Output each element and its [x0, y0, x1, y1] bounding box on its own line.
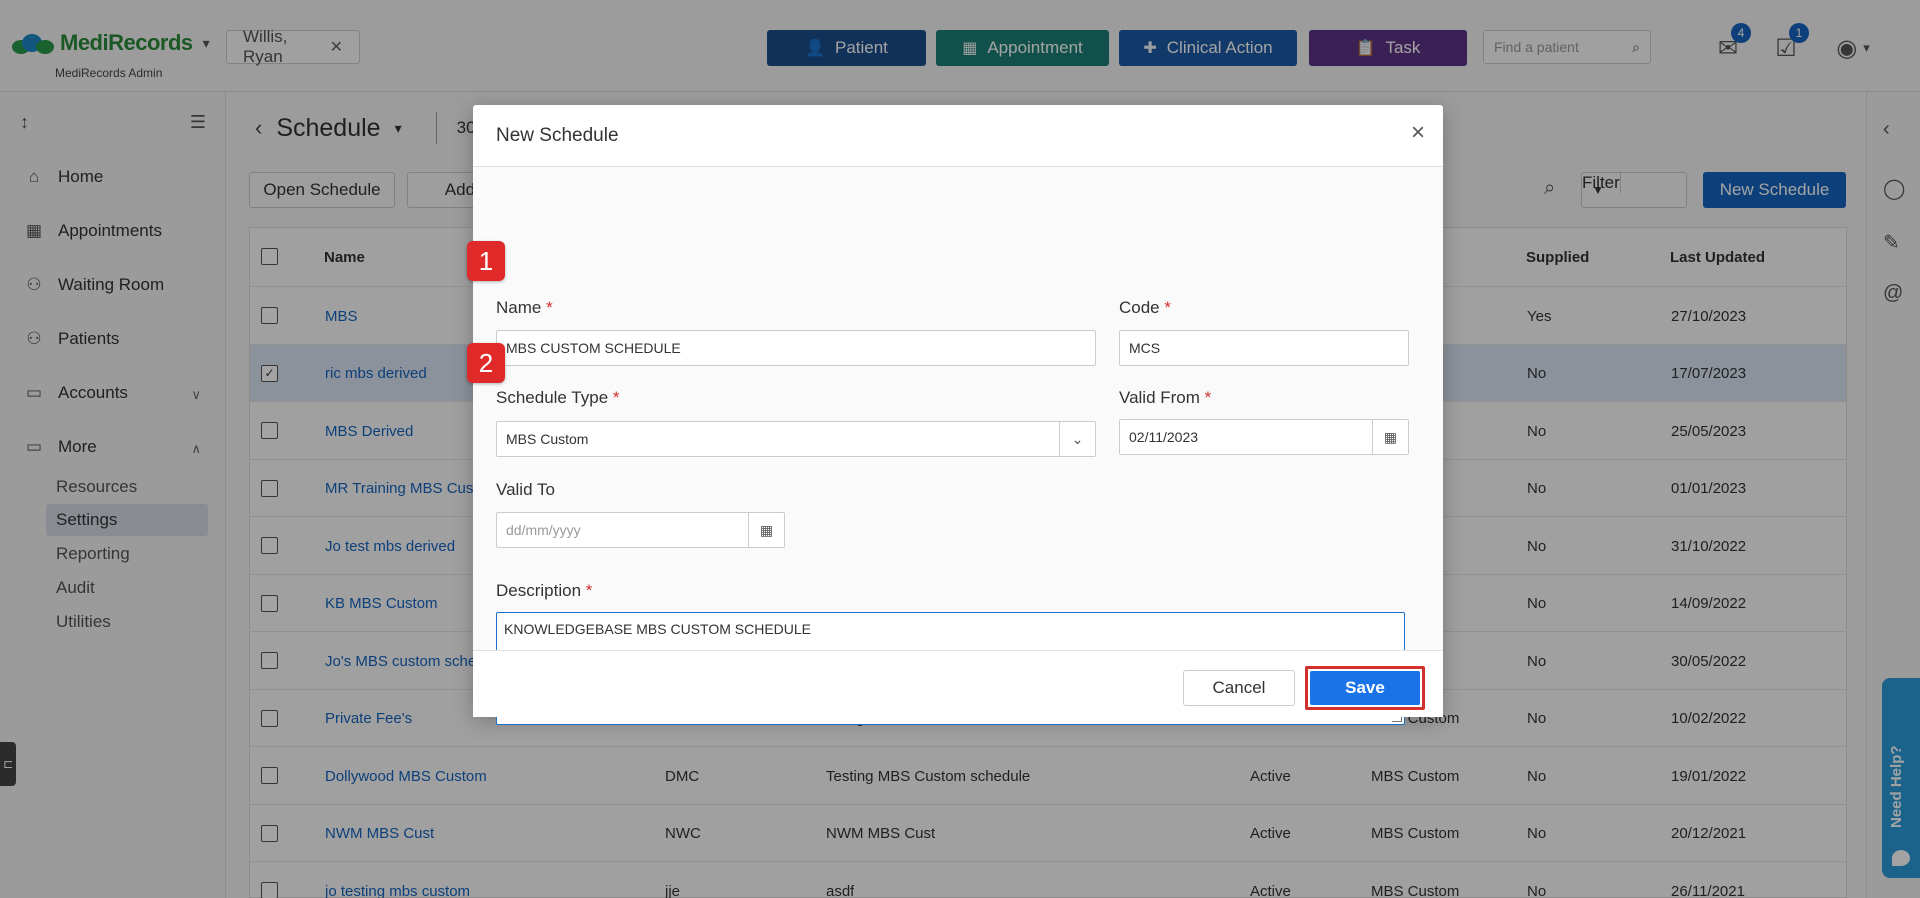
- save-button-highlight: Save: [1305, 666, 1425, 710]
- name-field[interactable]: MBS CUSTOM SCHEDULE: [496, 330, 1096, 366]
- name-label: Name *: [496, 298, 553, 317]
- code-label: Code *: [1119, 298, 1171, 317]
- cancel-button[interactable]: Cancel: [1183, 670, 1295, 706]
- code-field[interactable]: MCS: [1119, 330, 1409, 366]
- schedule-type-select[interactable]: MBS Custom ⌄: [496, 421, 1096, 457]
- calendar-icon[interactable]: ▦: [1372, 420, 1408, 454]
- schedule-type-value: MBS Custom: [506, 431, 589, 447]
- dialog-footer: Cancel Save: [473, 650, 1443, 717]
- calendar-icon[interactable]: ▦: [748, 513, 784, 547]
- chevron-down-icon[interactable]: ⌄: [1059, 422, 1095, 456]
- dialog-header: New Schedule ×: [473, 105, 1443, 167]
- valid-from-field[interactable]: 02/11/2023 ▦: [1119, 419, 1409, 455]
- valid-to-placeholder: dd/mm/yyyy: [506, 522, 581, 538]
- new-schedule-dialog: New Schedule × Name * MBS CUSTOM SCHEDUL…: [473, 105, 1443, 725]
- step-callout-2: 2: [467, 343, 505, 383]
- valid-from-label: Valid From *: [1119, 388, 1212, 407]
- description-value: KNOWLEDGEBASE MBS CUSTOM SCHEDULE: [504, 621, 812, 637]
- dialog-body: Name * MBS CUSTOM SCHEDULE Code * MCS Sc…: [473, 167, 1443, 725]
- valid-to-label: Valid To: [496, 480, 555, 499]
- close-icon[interactable]: ×: [1411, 121, 1425, 145]
- dialog-title: New Schedule: [496, 125, 619, 146]
- step-callout-1: 1: [467, 241, 505, 281]
- valid-from-value: 02/11/2023: [1129, 429, 1199, 445]
- schedule-type-label: Schedule Type *: [496, 388, 620, 407]
- valid-to-field[interactable]: dd/mm/yyyy ▦: [496, 512, 785, 548]
- save-button[interactable]: Save: [1310, 671, 1420, 705]
- description-label: Description *: [496, 581, 593, 600]
